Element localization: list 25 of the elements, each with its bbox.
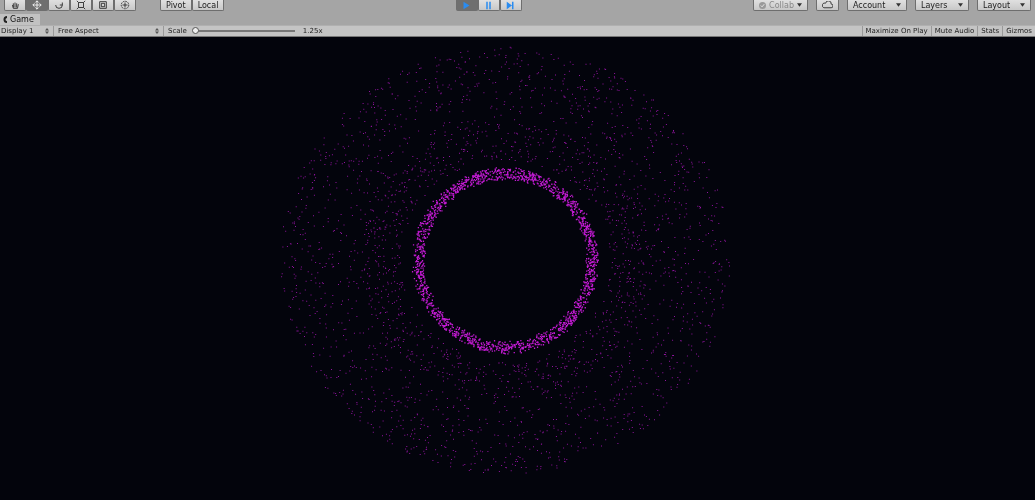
game-view-icon — [2, 16, 7, 23]
caret-icon — [896, 3, 901, 7]
step-button[interactable] — [499, 0, 522, 11]
game-tab[interactable]: Game — [0, 14, 40, 25]
pause-button[interactable] — [477, 0, 500, 11]
slider-thumb[interactable] — [191, 27, 199, 34]
hand-icon — [10, 0, 20, 10]
tool-button[interactable] — [114, 0, 136, 11]
caret-icon — [797, 3, 802, 7]
updown-arrows-icon — [45, 28, 49, 34]
updown-arrows-icon — [155, 28, 159, 34]
cloud-icon — [822, 1, 833, 9]
scale-icon — [76, 0, 86, 10]
rect-icon — [98, 0, 108, 10]
layers-dropdown[interactable]: Layers — [915, 0, 969, 11]
caret-icon — [958, 3, 963, 7]
check-icon — [759, 1, 767, 9]
move-arrows-icon — [32, 0, 42, 10]
step-icon — [506, 0, 516, 10]
transform-icon — [120, 0, 130, 10]
cloud-button[interactable] — [816, 0, 839, 11]
tool-button[interactable] — [48, 0, 70, 11]
pause-icon — [484, 0, 494, 10]
rotate-icon — [54, 0, 64, 10]
caret-icon — [1020, 3, 1025, 7]
